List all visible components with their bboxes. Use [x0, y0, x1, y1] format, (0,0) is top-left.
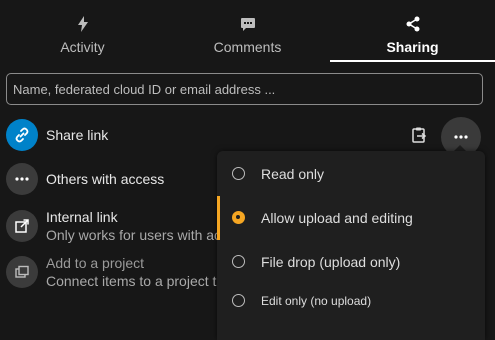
lightning-icon [0, 16, 165, 32]
internal-link-subtitle: Only works for users with ac [46, 227, 222, 243]
sidebar-tabs: Activity Comments Sharing [0, 0, 495, 62]
option-label: File drop (upload only) [261, 254, 401, 270]
external-link-icon [6, 210, 38, 242]
share-link-title: Share link [46, 127, 109, 143]
internal-link-title: Internal link [46, 209, 118, 225]
others-with-access-title: Others with access [46, 171, 165, 187]
link-icon [6, 119, 38, 151]
option-file-drop[interactable]: File drop (upload only) [217, 240, 485, 284]
add-to-project-subtitle: Connect items to a project t [46, 273, 217, 289]
tab-label: Activity [60, 39, 105, 55]
radio-button[interactable] [232, 255, 245, 268]
share-icon [330, 16, 495, 32]
tab-activity[interactable]: Activity [0, 0, 165, 62]
tab-label: Comments [213, 39, 282, 55]
copy-to-clipboard-icon[interactable] [408, 124, 430, 146]
option-label: Allow upload and editing [261, 210, 413, 226]
option-label: Edit only (no upload) [261, 294, 372, 308]
share-search-input[interactable] [6, 73, 483, 105]
add-to-project-title: Add to a project [46, 255, 145, 271]
ellipsis-icon [454, 135, 468, 139]
option-read-only[interactable]: Read only [217, 152, 485, 196]
comment-icon [165, 16, 330, 32]
tab-comments[interactable]: Comments [165, 0, 330, 62]
option-allow-upload-editing[interactable]: Allow upload and editing [217, 196, 485, 240]
option-label: Read only [261, 166, 325, 182]
option-edit-only[interactable]: Edit only (no upload) [217, 279, 485, 323]
radio-button[interactable] [232, 167, 245, 180]
radio-button[interactable] [232, 211, 245, 224]
share-permissions-menu: Read only Allow upload and editing File … [217, 151, 485, 340]
tab-sharing[interactable]: Sharing [330, 0, 495, 62]
ellipsis-icon [6, 163, 38, 195]
share-link-row[interactable]: Share link [0, 115, 260, 155]
radio-button[interactable] [232, 294, 245, 307]
tab-label: Sharing [386, 39, 439, 55]
project-icon [6, 256, 38, 288]
